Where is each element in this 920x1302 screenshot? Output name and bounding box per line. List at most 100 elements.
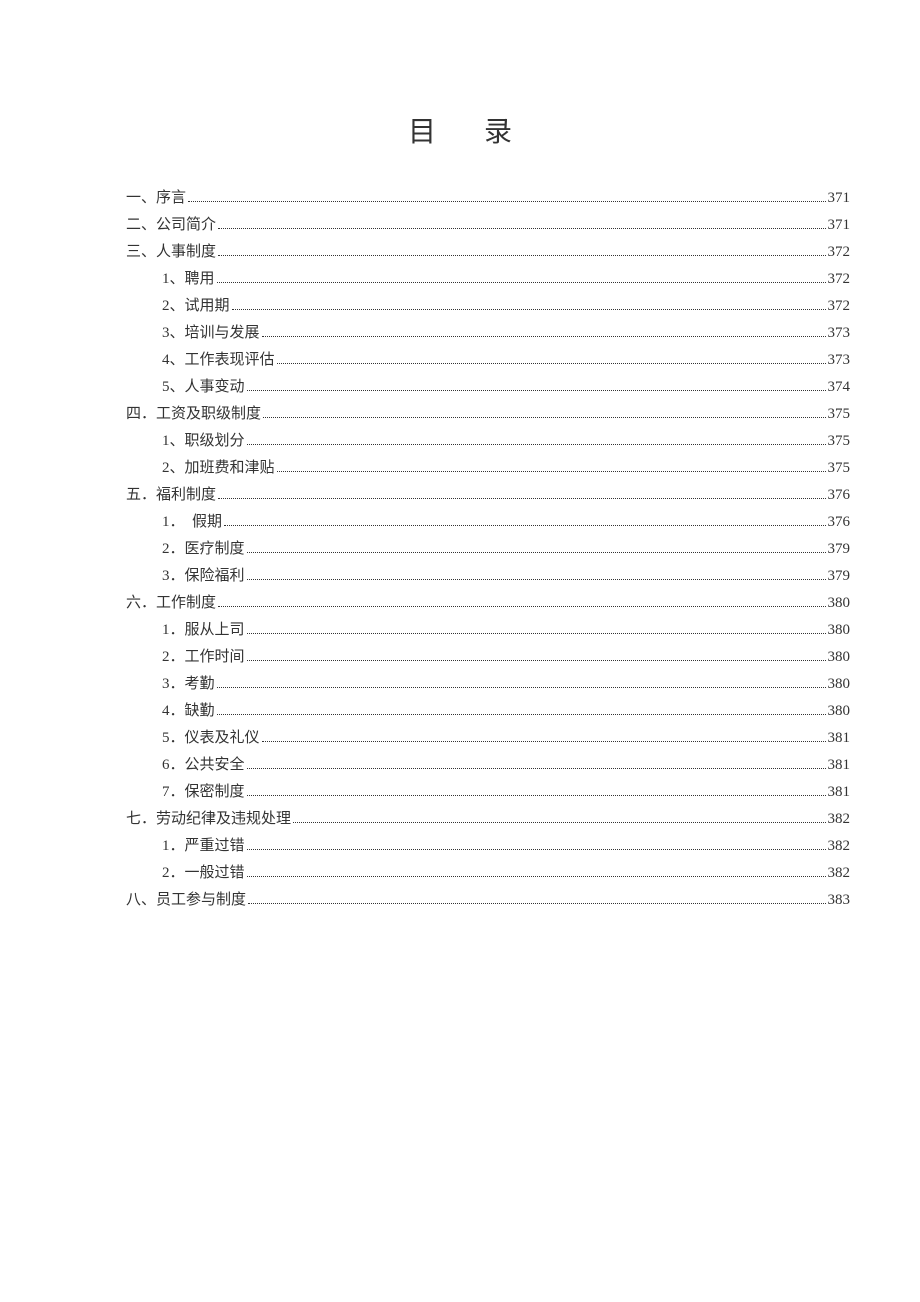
toc-entry: 4、工作表现评估373 bbox=[70, 348, 850, 372]
toc-entry-label: 3、培训与发展 bbox=[70, 321, 260, 345]
toc-entry-page: 372 bbox=[828, 240, 851, 264]
toc-entry-label: 1、职级划分 bbox=[70, 429, 245, 453]
toc-entry: 5、人事变动 374 bbox=[70, 375, 850, 399]
toc-entry-page: 381 bbox=[828, 753, 851, 777]
toc-leader bbox=[217, 282, 826, 283]
toc-entry-label: 2．工作时间 bbox=[70, 645, 245, 669]
toc-entry-label: 三、人事制度 bbox=[70, 240, 216, 264]
toc-entry: 5．仪表及礼仪 381 bbox=[70, 726, 850, 750]
toc-entry-page: 379 bbox=[828, 564, 851, 588]
toc-entry: 3．保险福利 379 bbox=[70, 564, 850, 588]
toc-leader bbox=[277, 363, 826, 364]
toc-entry-page: 372 bbox=[828, 294, 851, 318]
toc-leader bbox=[247, 876, 826, 877]
toc-entry-page: 381 bbox=[828, 726, 851, 750]
toc-leader bbox=[248, 903, 825, 904]
toc-entry-label: 2、加班费和津贴 bbox=[70, 456, 275, 480]
toc-entry: 五．福利制度 376 bbox=[70, 483, 850, 507]
toc-entry-page: 371 bbox=[828, 186, 851, 210]
toc-leader bbox=[247, 768, 826, 769]
toc-leader bbox=[247, 390, 826, 391]
toc-entry-label: 7．保密制度 bbox=[70, 780, 245, 804]
toc-entry: 三、人事制度 372 bbox=[70, 240, 850, 264]
toc-entry-page: 380 bbox=[828, 645, 851, 669]
toc-leader bbox=[262, 336, 826, 337]
toc-entry-page: 382 bbox=[828, 807, 851, 831]
toc-leader bbox=[247, 795, 826, 796]
toc-entry-page: 373 bbox=[828, 321, 851, 345]
toc-entry-label: 6．公共安全 bbox=[70, 753, 245, 777]
toc-entry-label: 5．仪表及礼仪 bbox=[70, 726, 260, 750]
toc-entry-label: 1．服从上司 bbox=[70, 618, 245, 642]
toc-entry-label: 4．缺勤 bbox=[70, 699, 215, 723]
toc-entry-page: 382 bbox=[828, 861, 851, 885]
toc-entry-label: 六．工作制度 bbox=[70, 591, 216, 615]
toc-entry: 二、公司简介 371 bbox=[70, 213, 850, 237]
toc-entry-label: 3．保险福利 bbox=[70, 564, 245, 588]
toc-entry-page: 376 bbox=[828, 483, 851, 507]
toc-entry: 7．保密制度 381 bbox=[70, 780, 850, 804]
toc-leader bbox=[218, 498, 825, 499]
toc-entry: 3、培训与发展 373 bbox=[70, 321, 850, 345]
toc-entry: 1．严重过错382 bbox=[70, 834, 850, 858]
toc-entry-label: 二、公司简介 bbox=[70, 213, 216, 237]
toc-entry: 2．医疗制度 379 bbox=[70, 537, 850, 561]
toc-entry-page: 375 bbox=[828, 429, 851, 453]
toc-leader bbox=[232, 309, 826, 310]
toc-leader bbox=[217, 714, 826, 715]
toc-entry-label: 1、聘用 bbox=[70, 267, 215, 291]
toc-entry-label: 1． 假期 bbox=[70, 510, 222, 534]
toc-entry: 6．公共安全 381 bbox=[70, 753, 850, 777]
toc-entry: 1、聘用 372 bbox=[70, 267, 850, 291]
toc-entry-page: 372 bbox=[828, 267, 851, 291]
toc-leader bbox=[247, 633, 826, 634]
toc-entry-page: 375 bbox=[828, 456, 851, 480]
toc-entry: 2、加班费和津贴 375 bbox=[70, 456, 850, 480]
toc-entry: 2．工作时间 380 bbox=[70, 645, 850, 669]
toc-entry-page: 381 bbox=[828, 780, 851, 804]
toc-entry: 四．工资及职级制度 375 bbox=[70, 402, 850, 426]
toc-leader bbox=[224, 525, 825, 526]
toc-entry-label: 五．福利制度 bbox=[70, 483, 216, 507]
toc-title: 目录 bbox=[70, 110, 850, 150]
toc-entry: 八、员工参与制度 383 bbox=[70, 888, 850, 912]
toc-leader bbox=[217, 687, 826, 688]
toc-entry-label: 3．考勤 bbox=[70, 672, 215, 696]
toc-entry-label: 2．医疗制度 bbox=[70, 537, 245, 561]
toc-entry-page: 380 bbox=[828, 591, 851, 615]
toc-leader bbox=[293, 822, 825, 823]
toc-leader bbox=[247, 579, 826, 580]
toc-list: 一、序言 371 二、公司简介 371 三、人事制度 372 1、聘用 372 2、试用期 372… bbox=[70, 186, 850, 912]
toc-entry: 六．工作制度 380 bbox=[70, 591, 850, 615]
toc-leader bbox=[247, 444, 826, 445]
toc-entry: 2、试用期 372 bbox=[70, 294, 850, 318]
toc-entry: 1．服从上司 380 bbox=[70, 618, 850, 642]
toc-entry-page: 380 bbox=[828, 672, 851, 696]
toc-entry-page: 376 bbox=[828, 510, 851, 534]
toc-entry-page: 379 bbox=[828, 537, 851, 561]
toc-entry: 七．劳动纪律及违规处理 382 bbox=[70, 807, 850, 831]
toc-entry-label: 2、试用期 bbox=[70, 294, 230, 318]
toc-leader bbox=[247, 849, 826, 850]
toc-entry-page: 375 bbox=[828, 402, 851, 426]
toc-leader bbox=[263, 417, 825, 418]
toc-leader bbox=[218, 606, 825, 607]
toc-entry-label: 5、人事变动 bbox=[70, 375, 245, 399]
toc-entry-label: 4、工作表现评估 bbox=[70, 348, 275, 372]
toc-leader bbox=[262, 741, 826, 742]
toc-entry-label: 一、序言 bbox=[70, 186, 186, 210]
toc-entry: 1、职级划分 375 bbox=[70, 429, 850, 453]
toc-entry-label: 四．工资及职级制度 bbox=[70, 402, 261, 426]
toc-entry: 3．考勤 380 bbox=[70, 672, 850, 696]
toc-entry-label: 八、员工参与制度 bbox=[70, 888, 246, 912]
toc-entry-page: 383 bbox=[828, 888, 851, 912]
toc-entry-page: 380 bbox=[828, 618, 851, 642]
toc-leader bbox=[247, 660, 826, 661]
toc-entry-page: 371 bbox=[828, 213, 851, 237]
toc-entry: 一、序言 371 bbox=[70, 186, 850, 210]
toc-entry-page: 380 bbox=[828, 699, 851, 723]
toc-entry-page: 374 bbox=[828, 375, 851, 399]
toc-entry-label: 2．一般过错 bbox=[70, 861, 245, 885]
toc-entry-label: 七．劳动纪律及违规处理 bbox=[70, 807, 291, 831]
toc-entry: 4．缺勤 380 bbox=[70, 699, 850, 723]
